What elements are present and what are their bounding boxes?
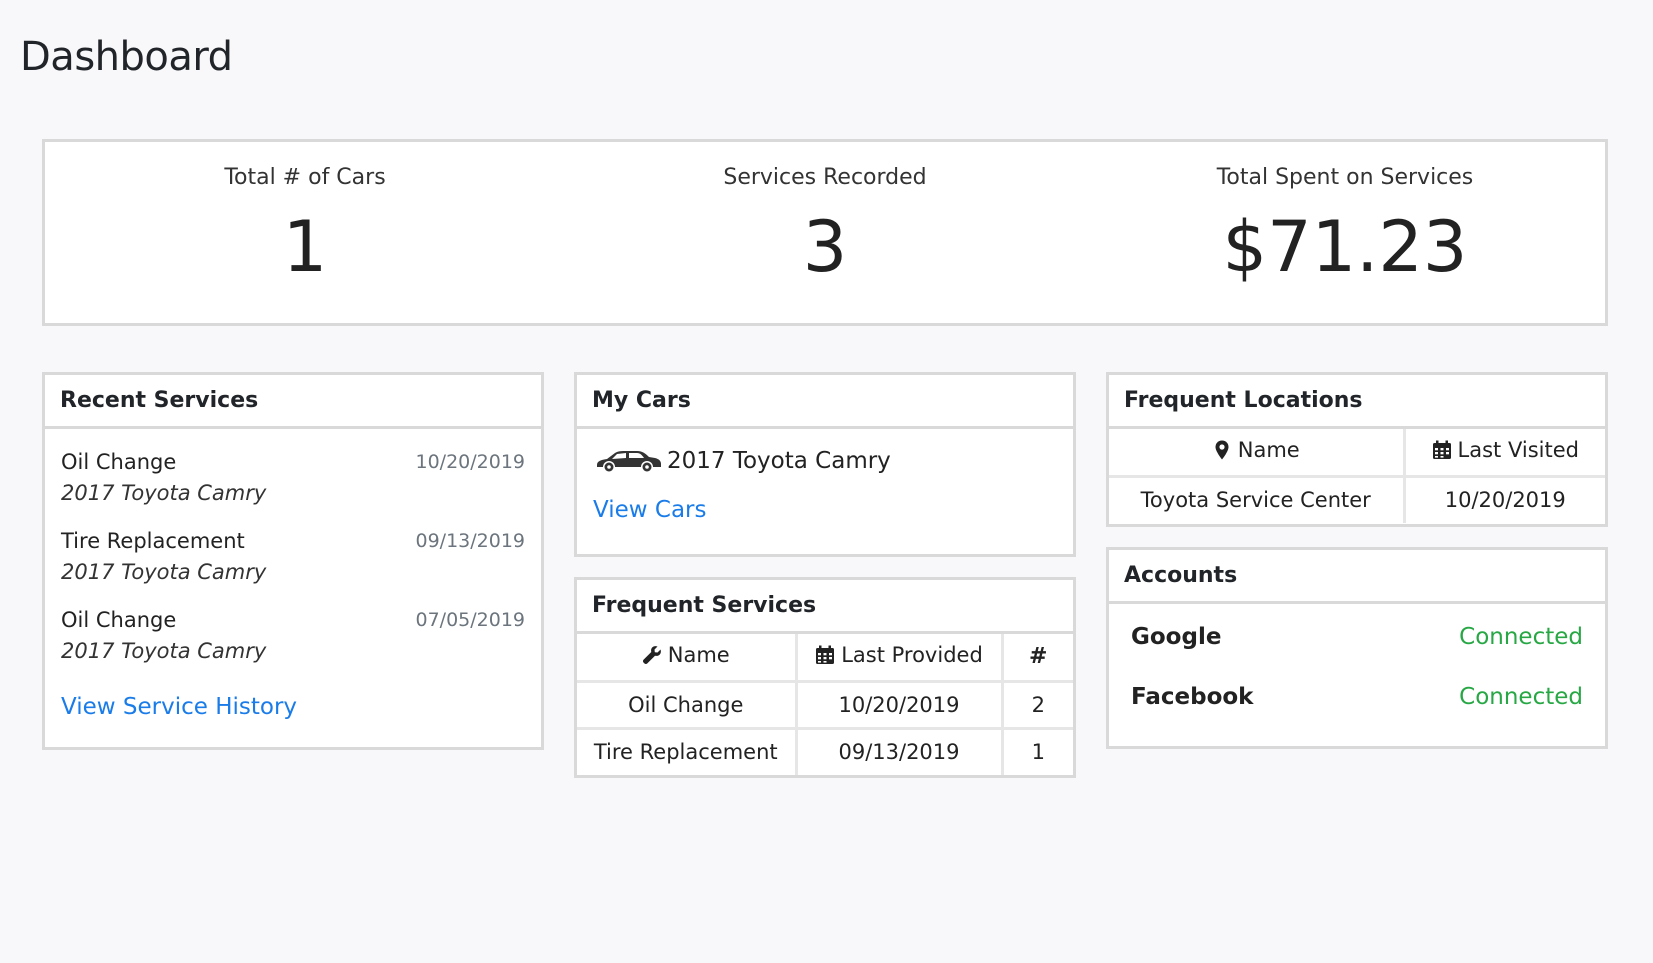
cell-name: Toyota Service Center	[1109, 476, 1406, 523]
recent-services-card: Recent Services Oil Change 2017 Toyota C…	[42, 372, 544, 750]
stat-value: $71.23	[1222, 206, 1468, 288]
service-date: 10/20/2019	[415, 451, 525, 473]
stat-label: Services Recorded	[723, 165, 927, 190]
column-label: Last Visited	[1457, 438, 1579, 463]
account-item-facebook: Facebook Connected	[1109, 667, 1605, 727]
column-label: #	[1029, 644, 1048, 670]
cell-count: 2	[1002, 681, 1073, 730]
account-name: Facebook	[1131, 684, 1254, 710]
service-car: 2017 Toyota Camry	[61, 560, 267, 584]
frequent-services-card: Frequent Services Name Last Provided # O…	[574, 577, 1076, 778]
map-marker-icon	[1215, 440, 1229, 460]
stat-label: Total # of Cars	[224, 165, 386, 190]
service-date: 09/13/2019	[415, 530, 525, 552]
table-row: Toyota Service Center 10/20/2019	[1109, 476, 1605, 523]
frequent-services-table: Name Last Provided # Oil Change 10/20/20…	[577, 634, 1073, 775]
column-header-name: Name	[577, 634, 798, 683]
column-label: Last Provided	[841, 643, 983, 668]
service-car: 2017 Toyota Camry	[61, 639, 267, 663]
summary-panel: Total # of Cars 1 Services Recorded 3 To…	[42, 139, 1608, 326]
stat-value: 3	[802, 206, 848, 288]
accounts-list: Google Connected Facebook Connected	[1109, 604, 1605, 727]
stat-total-spent: Total Spent on Services $71.23	[1085, 142, 1605, 323]
column-label: Name	[667, 643, 730, 668]
card-title: Recent Services	[45, 375, 541, 429]
my-cars-card: My Cars 2017 Toyota Camry View Cars	[574, 372, 1076, 557]
cell-name: Oil Change	[577, 681, 798, 730]
page-title: Dashboard	[20, 34, 233, 80]
view-service-history-link[interactable]: View Service History	[61, 694, 525, 720]
car-icon	[597, 451, 661, 472]
cell-date: 10/20/2019	[1444, 488, 1566, 513]
card-title: Accounts	[1109, 550, 1605, 604]
column-label: Name	[1237, 438, 1300, 463]
service-date: 07/05/2019	[415, 609, 525, 631]
stat-services-recorded: Services Recorded 3	[565, 142, 1085, 323]
list-item: Oil Change 2017 Toyota Camry 07/05/2019	[61, 605, 525, 684]
car-item: 2017 Toyota Camry	[577, 429, 1073, 477]
account-item-google: Google Connected	[1109, 607, 1605, 667]
calendar-icon	[1432, 440, 1451, 460]
stat-label: Total Spent on Services	[1216, 165, 1474, 190]
frequent-locations-card: Frequent Locations Name Last Visited Toy…	[1106, 372, 1608, 527]
accounts-card: Accounts Google Connected Facebook Conne…	[1106, 547, 1608, 749]
account-status: Connected	[1459, 624, 1583, 650]
frequent-locations-table: Name Last Visited Toyota Service Center …	[1109, 429, 1605, 523]
account-status: Connected	[1459, 684, 1583, 710]
cell-name: Tire Replacement	[577, 728, 798, 775]
service-car: 2017 Toyota Camry	[61, 481, 267, 505]
recent-services-list: Oil Change 2017 Toyota Camry 10/20/2019 …	[45, 429, 541, 684]
view-cars-link[interactable]: View Cars	[593, 497, 1057, 523]
card-title: Frequent Locations	[1109, 375, 1605, 429]
table-header-row: Name Last Visited	[1109, 429, 1605, 478]
stat-total-cars: Total # of Cars 1	[45, 142, 565, 323]
column-header-last-visited: Last Visited	[1404, 429, 1605, 478]
table-row: Tire Replacement 09/13/2019 1	[577, 728, 1073, 775]
account-name: Google	[1131, 624, 1222, 650]
table-row: Oil Change 10/20/2019 2	[577, 681, 1073, 730]
card-title: My Cars	[577, 375, 1073, 429]
cell-date: 10/20/2019	[796, 681, 1004, 730]
list-item: Oil Change 2017 Toyota Camry 10/20/2019	[61, 447, 525, 526]
column-header-name: Name	[1109, 429, 1406, 478]
cell-date: 09/13/2019	[796, 728, 1004, 775]
list-item: Tire Replacement 2017 Toyota Camry 09/13…	[61, 526, 525, 605]
stat-value: 1	[282, 206, 328, 288]
cell-count: 1	[1031, 740, 1045, 765]
calendar-icon	[816, 645, 835, 665]
car-name[interactable]: 2017 Toyota Camry	[667, 448, 891, 474]
card-title: Frequent Services	[577, 580, 1073, 634]
table-header-row: Name Last Provided #	[577, 634, 1073, 683]
wrench-icon	[642, 646, 661, 665]
column-header-last-provided: Last Provided	[796, 634, 1004, 683]
column-header-count: #	[1002, 634, 1073, 683]
